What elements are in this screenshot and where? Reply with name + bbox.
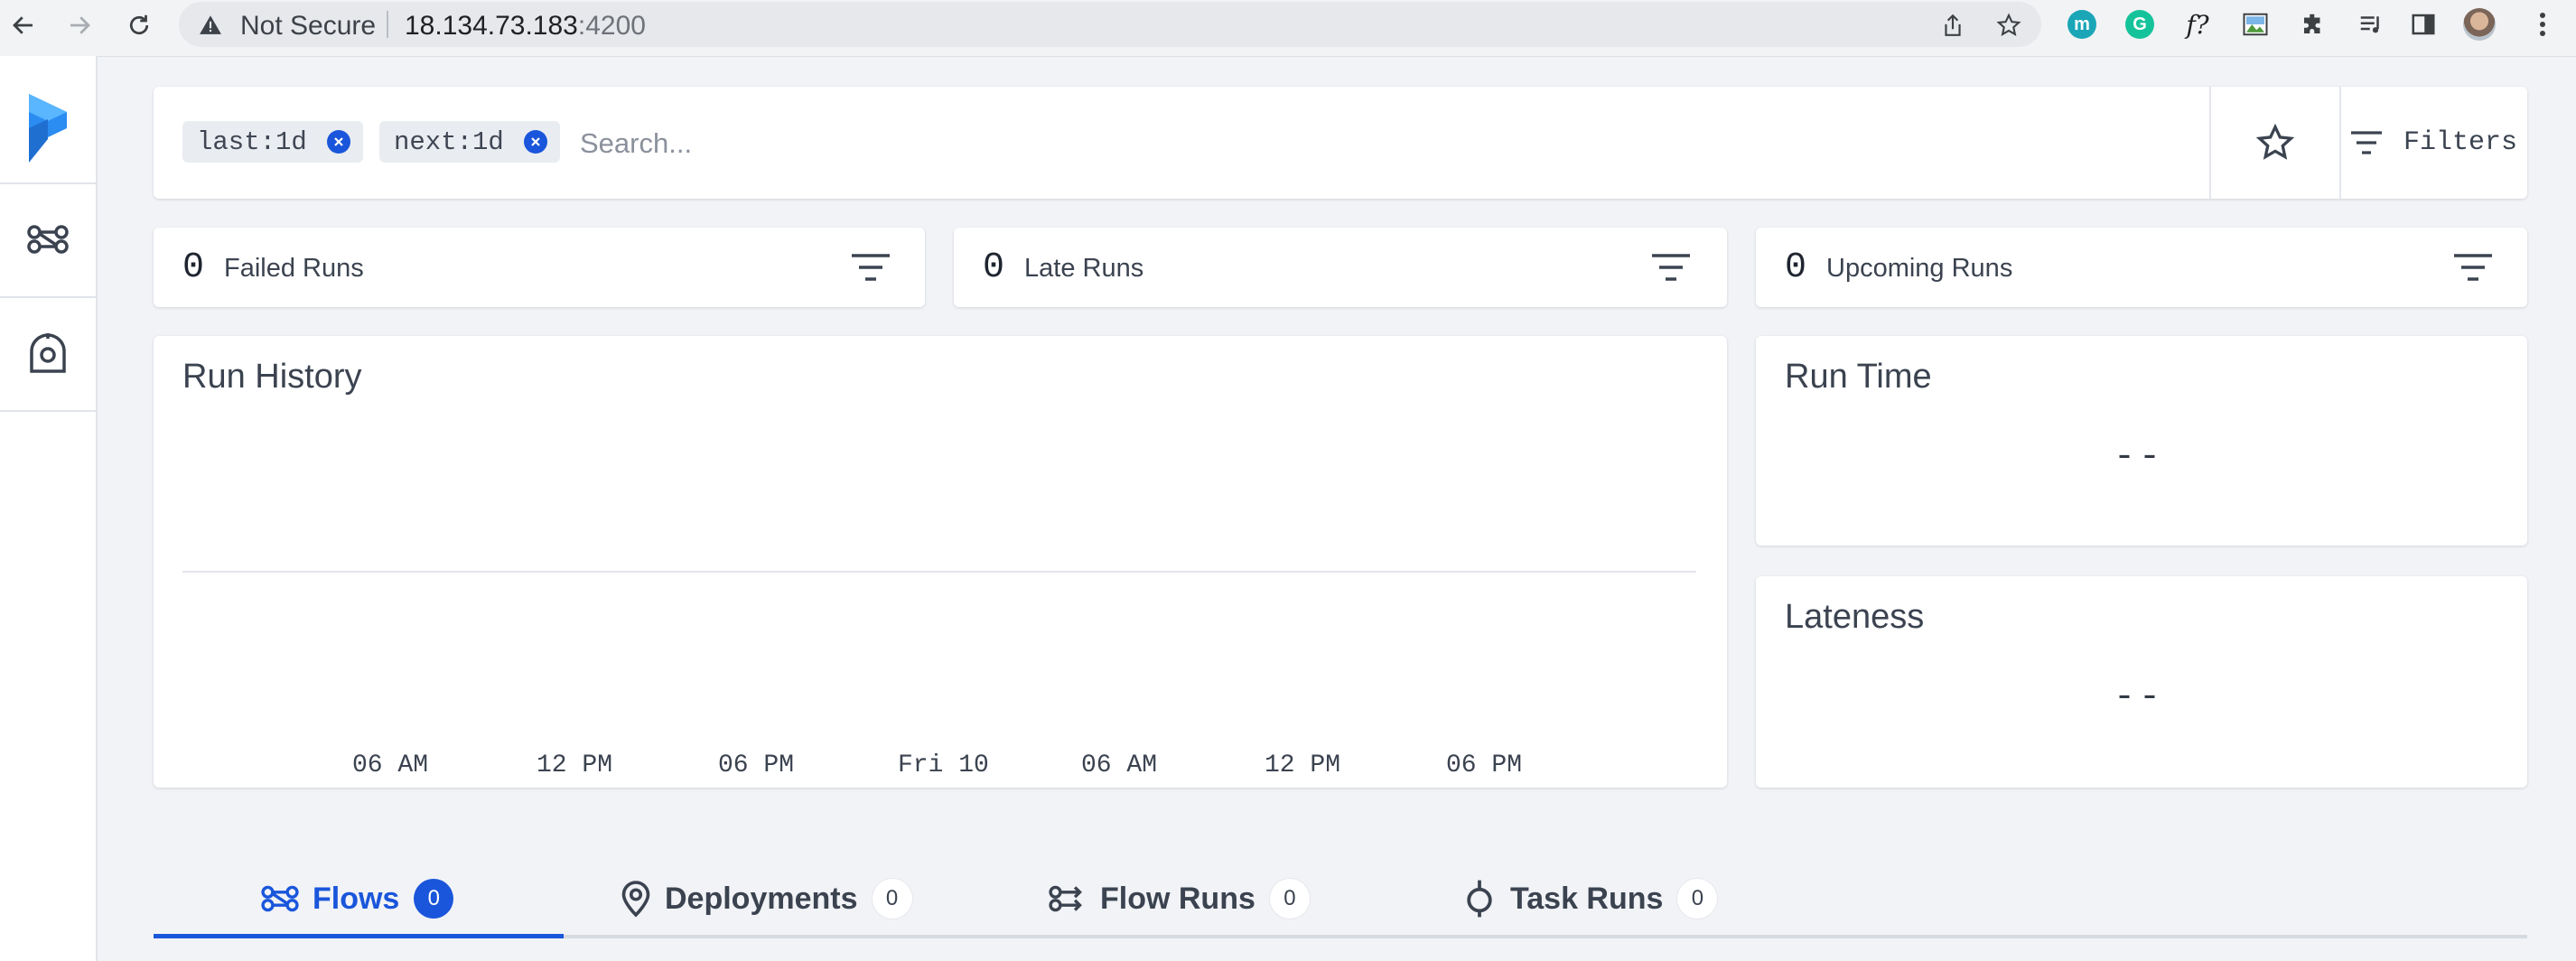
left-navigation <box>0 56 98 961</box>
filter-icon <box>2350 131 2382 154</box>
url-host: 18.134.73.183 <box>405 11 578 41</box>
side-panel-icon[interactable] <box>2406 7 2441 42</box>
back-arrow-icon <box>13 16 33 34</box>
run-history-title: Run History <box>182 358 362 396</box>
tab-label: Flow Runs <box>1100 881 1255 916</box>
avatar-image <box>2463 8 2496 41</box>
tab-label: Task Runs <box>1510 881 1664 916</box>
tab-flows[interactable]: Flows 0 <box>260 876 454 921</box>
failed-runs-label: Failed Runs <box>224 254 364 283</box>
lateness-card: Lateness -- <box>1756 576 2527 788</box>
address-bar[interactable]: Not Secure 18.134.73.183:4200 <box>179 2 2041 47</box>
star-icon <box>2255 123 2295 160</box>
search-input[interactable] <box>578 121 2352 166</box>
run-time-title: Run Time <box>1785 358 1932 396</box>
x-axis-tick: 06 PM <box>1446 751 1523 779</box>
tab-flow-runs[interactable]: Flow Runs 0 <box>1048 876 1310 921</box>
share-icon[interactable] <box>1938 11 1967 40</box>
forward-arrow-icon <box>70 16 90 34</box>
tab-deployments[interactable]: Deployments 0 <box>620 876 912 921</box>
x-axis-tick: 06 AM <box>352 751 429 779</box>
url-text[interactable]: 18.134.73.183:4200 <box>405 11 646 42</box>
upcoming-runs-label: Upcoming Runs <box>1826 254 2013 283</box>
lateness-title: Lateness <box>1785 598 1925 636</box>
browser-toolbar: Not Secure 18.134.73.183:4200 m G f? <box>0 0 2576 57</box>
image-extension-icon[interactable] <box>2238 7 2273 42</box>
flows-icon <box>261 885 299 912</box>
filter-tag-label: next:1d <box>394 126 504 157</box>
security-status[interactable]: Not Secure <box>240 11 376 42</box>
upcoming-runs-count: 0 <box>1785 247 1807 288</box>
run-history-card: Run History 06 AM 12 PM 06 PM Fri 10 06 … <box>154 336 1727 788</box>
warning-icon <box>199 14 222 40</box>
tab-task-runs[interactable]: Task Runs 0 <box>1461 876 1718 921</box>
failed-runs-card[interactable]: 0 Failed Runs <box>154 228 925 307</box>
late-runs-card[interactable]: 0 Late Runs <box>954 228 1727 307</box>
chart-gridline <box>182 571 1696 573</box>
active-tab-indicator <box>154 934 564 938</box>
count-badge: 0 <box>1677 879 1718 919</box>
x-axis-tick: Fri 10 <box>898 751 989 779</box>
address-divider <box>387 11 388 38</box>
media-controls-icon[interactable] <box>2354 7 2388 42</box>
filter-icon[interactable] <box>1649 247 1693 287</box>
late-runs-count: 0 <box>983 247 1005 288</box>
lateness-value: -- <box>2114 677 2165 718</box>
bookmark-star-icon[interactable] <box>1994 11 2023 40</box>
count-badge: 0 <box>872 879 912 919</box>
x-axis-tick: 06 AM <box>1081 751 1158 779</box>
map-pin-icon <box>621 881 650 918</box>
late-runs-label: Late Runs <box>1024 254 1144 283</box>
save-search-button[interactable] <box>2211 87 2339 199</box>
tab-label: Deployments <box>665 881 858 916</box>
run-time-card: Run Time -- <box>1756 336 2527 546</box>
search-filter-bar: last:1d next:1d Filters <box>154 87 2527 199</box>
grammarly-badge: G <box>2125 10 2154 39</box>
rail-divider <box>0 182 96 184</box>
work-queues-nav-icon[interactable] <box>0 322 96 385</box>
rail-divider <box>0 410 96 412</box>
extension-m-icon[interactable]: m <box>2065 7 2099 42</box>
remove-tag-icon[interactable] <box>326 130 350 154</box>
x-axis-tick: 12 PM <box>1265 751 1341 779</box>
upcoming-runs-card[interactable]: 0 Upcoming Runs <box>1756 228 2527 307</box>
filter-tag-label: last:1d <box>197 126 307 157</box>
x-axis-tick: 06 PM <box>718 751 795 779</box>
browser-menu-icon[interactable] <box>2525 7 2560 42</box>
profile-avatar[interactable] <box>2462 7 2497 42</box>
filter-icon[interactable] <box>849 247 892 287</box>
filter-tag[interactable]: last:1d <box>182 121 363 163</box>
remove-tag-icon[interactable] <box>523 130 547 154</box>
flows-nav-icon[interactable] <box>0 208 96 271</box>
filters-button[interactable]: Filters <box>2339 87 2527 199</box>
failed-runs-count: 0 <box>182 247 205 288</box>
count-badge: 0 <box>414 879 454 919</box>
grammarly-icon[interactable]: G <box>2123 7 2157 42</box>
extension-m-badge: m <box>2067 10 2096 39</box>
filters-label: Filters <box>2403 127 2518 158</box>
back-button[interactable] <box>5 7 42 43</box>
puzzle-extensions-icon[interactable] <box>2296 7 2330 42</box>
tab-label: Flows <box>313 881 400 916</box>
count-badge: 0 <box>1269 879 1310 919</box>
prefect-logo-icon[interactable] <box>0 90 96 166</box>
extension-fx-icon[interactable]: f? <box>2180 7 2215 42</box>
filter-tag[interactable]: next:1d <box>379 121 560 163</box>
rail-divider <box>0 296 96 298</box>
forward-button[interactable] <box>61 7 98 43</box>
reload-button[interactable] <box>121 7 157 43</box>
x-axis-tick: 12 PM <box>537 751 613 779</box>
url-port: :4200 <box>577 11 646 41</box>
filter-icon[interactable] <box>2451 247 2495 287</box>
task-runs-icon <box>1467 880 1492 918</box>
reload-icon <box>129 14 149 35</box>
run-time-value: -- <box>2114 437 2165 478</box>
flow-runs-icon <box>1049 885 1082 912</box>
